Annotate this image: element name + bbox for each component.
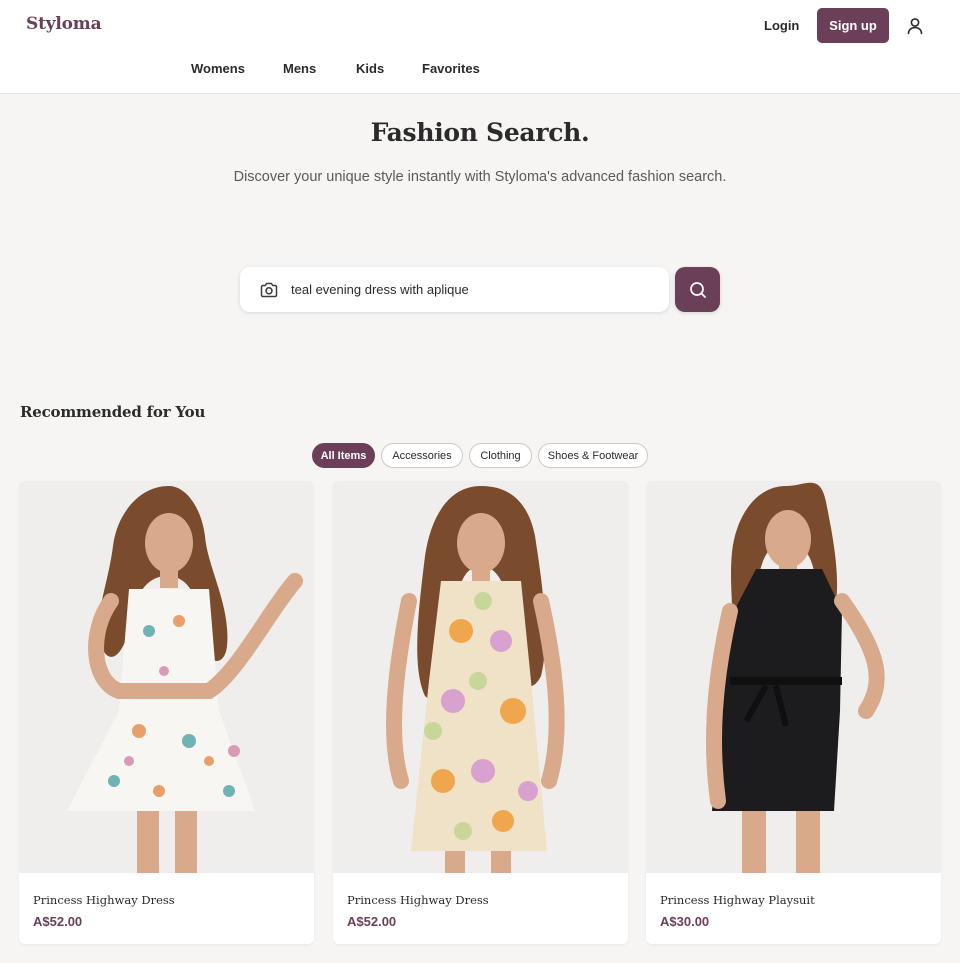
brand-logo[interactable]: Styloma <box>26 14 102 34</box>
product-price: A$30.00 <box>660 914 710 929</box>
product-price: A$52.00 <box>347 914 397 929</box>
product-card[interactable]: Princess Highway Dress A$52.00 <box>333 481 628 944</box>
product-price: A$52.00 <box>33 914 83 929</box>
filter-chip-all-items[interactable]: All Items <box>312 443 375 468</box>
product-name: Princess Highway Dress <box>347 893 489 907</box>
filter-chip-clothing[interactable]: Clothing <box>469 443 532 468</box>
hero-subtitle: Discover your unique style instantly wit… <box>233 169 727 185</box>
search-icon <box>688 280 708 300</box>
product-image[interactable] <box>19 481 314 873</box>
recommended-title: Recommended for You <box>20 403 206 421</box>
filter-chips: All Items Accessories Clothing Shoes & F… <box>0 443 960 468</box>
filter-chip-shoes-footwear[interactable]: Shoes & Footwear <box>538 443 648 468</box>
signup-button[interactable]: Sign up <box>817 8 889 43</box>
nav-item-mens[interactable]: Mens <box>283 61 316 76</box>
nav-item-womens[interactable]: Womens <box>191 61 245 76</box>
top-header: Styloma Login Sign up Womens Mens Kids F… <box>0 0 960 94</box>
login-link[interactable]: Login <box>764 18 799 33</box>
nav-item-favorites[interactable]: Favorites <box>422 61 480 76</box>
product-name: Princess Highway Dress <box>33 893 175 907</box>
hero-title: Fashion Search. <box>370 118 590 147</box>
user-icon[interactable] <box>904 15 926 37</box>
product-card[interactable]: Princess Highway Playsuit A$30.00 <box>646 481 941 944</box>
camera-icon[interactable] <box>259 280 279 300</box>
product-image[interactable] <box>646 481 941 873</box>
search-input[interactable] <box>291 278 651 300</box>
nav-item-kids[interactable]: Kids <box>356 61 384 76</box>
search-button[interactable] <box>675 267 720 312</box>
filter-chip-accessories[interactable]: Accessories <box>381 443 463 468</box>
product-name: Princess Highway Playsuit <box>660 893 815 907</box>
product-card[interactable]: Princess Highway Dress A$52.00 <box>19 481 314 944</box>
product-image[interactable] <box>333 481 628 873</box>
search-box <box>240 267 669 312</box>
